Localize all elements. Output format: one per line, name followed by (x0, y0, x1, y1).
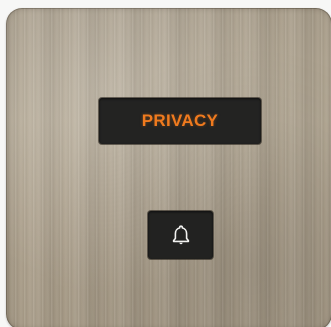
bell-icon (172, 225, 189, 245)
switch-plate-photo: PRIVACY (0, 0, 331, 327)
privacy-label: PRIVACY (141, 111, 219, 130)
doorbell-button[interactable] (148, 211, 213, 259)
brushed-metal-plate: PRIVACY (6, 8, 331, 327)
privacy-indicator-panel: PRIVACY (99, 98, 261, 144)
